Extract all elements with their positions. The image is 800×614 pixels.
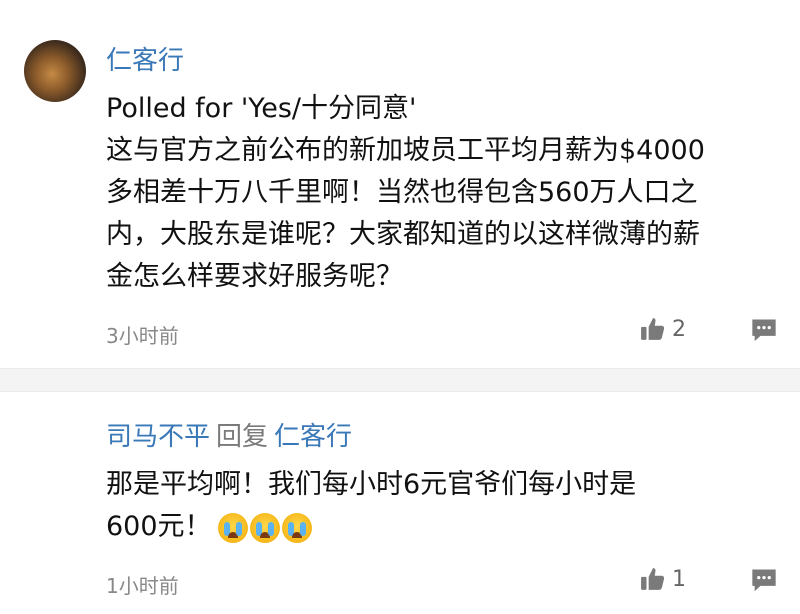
like-count: 1 xyxy=(672,566,686,592)
comment-timestamp: 3小时前 xyxy=(106,324,179,348)
reply-button[interactable] xyxy=(750,566,778,598)
loudly-crying-face-icon xyxy=(281,512,312,543)
like-count: 2 xyxy=(672,316,686,342)
avatar[interactable] xyxy=(24,40,86,102)
comment-bubble-icon xyxy=(752,569,776,592)
comment-line: 多相差十万八千里啊！当然也得包含560万人口之 xyxy=(106,177,698,208)
thumbs-up-icon xyxy=(641,568,665,590)
comment-body: 那是平均啊！我们每小时6元官爷们每小时是 600元！ xyxy=(106,464,766,548)
loudly-crying-face-icon xyxy=(249,512,280,543)
comment-line-with-emoji: 600元！ xyxy=(106,506,766,548)
comment-header: 司马不平 回复 仁客行 xyxy=(106,420,352,454)
loudly-crying-face-icon xyxy=(217,512,248,543)
comment-body: Polled for 'Yes/十分同意' 这与官方之前公布的新加坡员工平均月薪… xyxy=(106,88,766,298)
comment-item: 司马不平 回复 仁客行 那是平均啊！我们每小时6元官爷们每小时是 600元！ 1小时… xyxy=(0,392,800,614)
comment-line: 内，大股东是谁呢？大家都知道的以这样微薄的薪 xyxy=(106,219,700,250)
comment-line: 那是平均啊！我们每小时6元官爷们每小时是 xyxy=(106,469,637,500)
author-name[interactable]: 司马不平 xyxy=(106,422,210,452)
comment-line: 这与官方之前公布的新加坡员工平均月薪为$4000 xyxy=(106,135,705,166)
author-name[interactable]: 仁客行 xyxy=(106,46,184,76)
comment-line: 金怎么样要求好服务呢？ xyxy=(106,261,403,292)
comment-divider xyxy=(0,368,800,392)
reply-button[interactable] xyxy=(750,316,778,348)
reply-label: 回复 xyxy=(216,422,269,452)
comment-timestamp: 1小时前 xyxy=(106,574,179,598)
comment-header: 仁客行 xyxy=(106,44,184,78)
like-button[interactable]: 2 xyxy=(640,316,686,342)
comment-item: 仁客行 Polled for 'Yes/十分同意' 这与官方之前公布的新加坡员工… xyxy=(0,0,800,368)
like-button[interactable]: 1 xyxy=(640,566,686,592)
thumbs-up-icon xyxy=(641,318,665,340)
comment-line: 600元！ xyxy=(106,511,212,542)
reply-target-name[interactable]: 仁客行 xyxy=(274,422,352,452)
emoji-group xyxy=(217,512,312,543)
comment-line: Polled for 'Yes/十分同意' xyxy=(106,93,417,124)
comment-bubble-icon xyxy=(752,319,776,342)
